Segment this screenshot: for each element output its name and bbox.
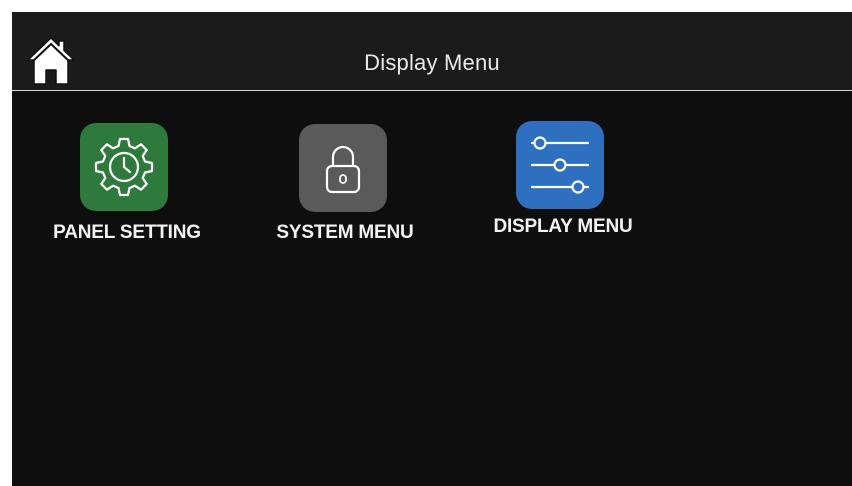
system-menu-label: SYSTEM MENU	[276, 222, 414, 243]
system-menu-icon-box	[299, 124, 387, 212]
panel-screen: Display Menu PANEL SETTING SYSTEM MENU D…	[12, 12, 852, 486]
gear-clock-icon	[80, 123, 168, 211]
page-title: Display Menu	[364, 50, 500, 75]
header-bar: Display Menu	[12, 12, 852, 91]
display-menu-icon-box	[516, 121, 604, 209]
panel-setting-label: PANEL SETTING	[53, 222, 201, 243]
padlock-icon	[299, 124, 387, 212]
display-menu-label: DISPLAY MENU	[493, 216, 633, 237]
panel-setting-icon-box	[80, 123, 168, 211]
sliders-icon	[516, 121, 604, 209]
